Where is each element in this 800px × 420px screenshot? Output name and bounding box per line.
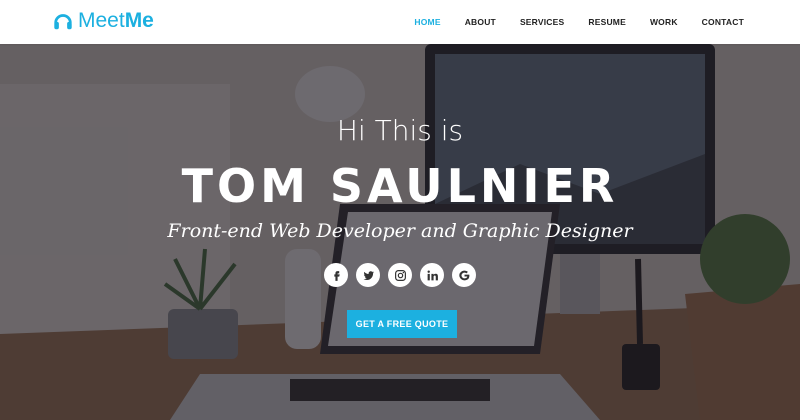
nav-item-services[interactable]: SERVICES	[520, 17, 564, 27]
nav-item-home[interactable]: HOME	[414, 17, 440, 27]
facebook-link[interactable]	[324, 263, 348, 287]
linkedin-icon	[427, 270, 438, 280]
instagram-icon	[394, 269, 406, 281]
hero-role: Front-end Web Developer and Graphic Desi…	[167, 220, 633, 242]
headset-icon	[54, 14, 72, 30]
google-icon	[458, 270, 469, 280]
logo-text-regular: Meet	[78, 9, 125, 32]
social-links	[0, 263, 800, 287]
nav-item-about[interactable]: ABOUT	[465, 17, 496, 27]
google-link[interactable]	[452, 263, 476, 287]
linkedin-link[interactable]	[420, 263, 444, 287]
main-nav: HOME ABOUT SERVICES RESUME WORK CONTACT	[390, 0, 744, 44]
hero-greeting: Hi This is	[336, 114, 464, 147]
nav-item-work[interactable]: WORK	[650, 17, 678, 27]
twitter-icon	[363, 270, 374, 280]
twitter-link[interactable]	[356, 263, 380, 287]
site-header: MeetMe HOME ABOUT SERVICES RESUME WORK C…	[0, 0, 800, 44]
logo-text: MeetMe	[78, 10, 154, 32]
hero-name: TOM SAULNIER	[181, 159, 619, 213]
hero-section: Hi This is TOM SAULNIER Front-end Web De…	[0, 44, 800, 420]
nav-item-contact[interactable]: CONTACT	[702, 17, 744, 27]
facebook-icon	[333, 270, 340, 281]
nav-item-resume[interactable]: RESUME	[588, 17, 626, 27]
logo-text-bold: Me	[124, 9, 154, 32]
get-quote-button[interactable]: GET A FREE QUOTE	[347, 310, 457, 338]
instagram-link[interactable]	[388, 263, 412, 287]
logo[interactable]: MeetMe	[52, 10, 154, 32]
